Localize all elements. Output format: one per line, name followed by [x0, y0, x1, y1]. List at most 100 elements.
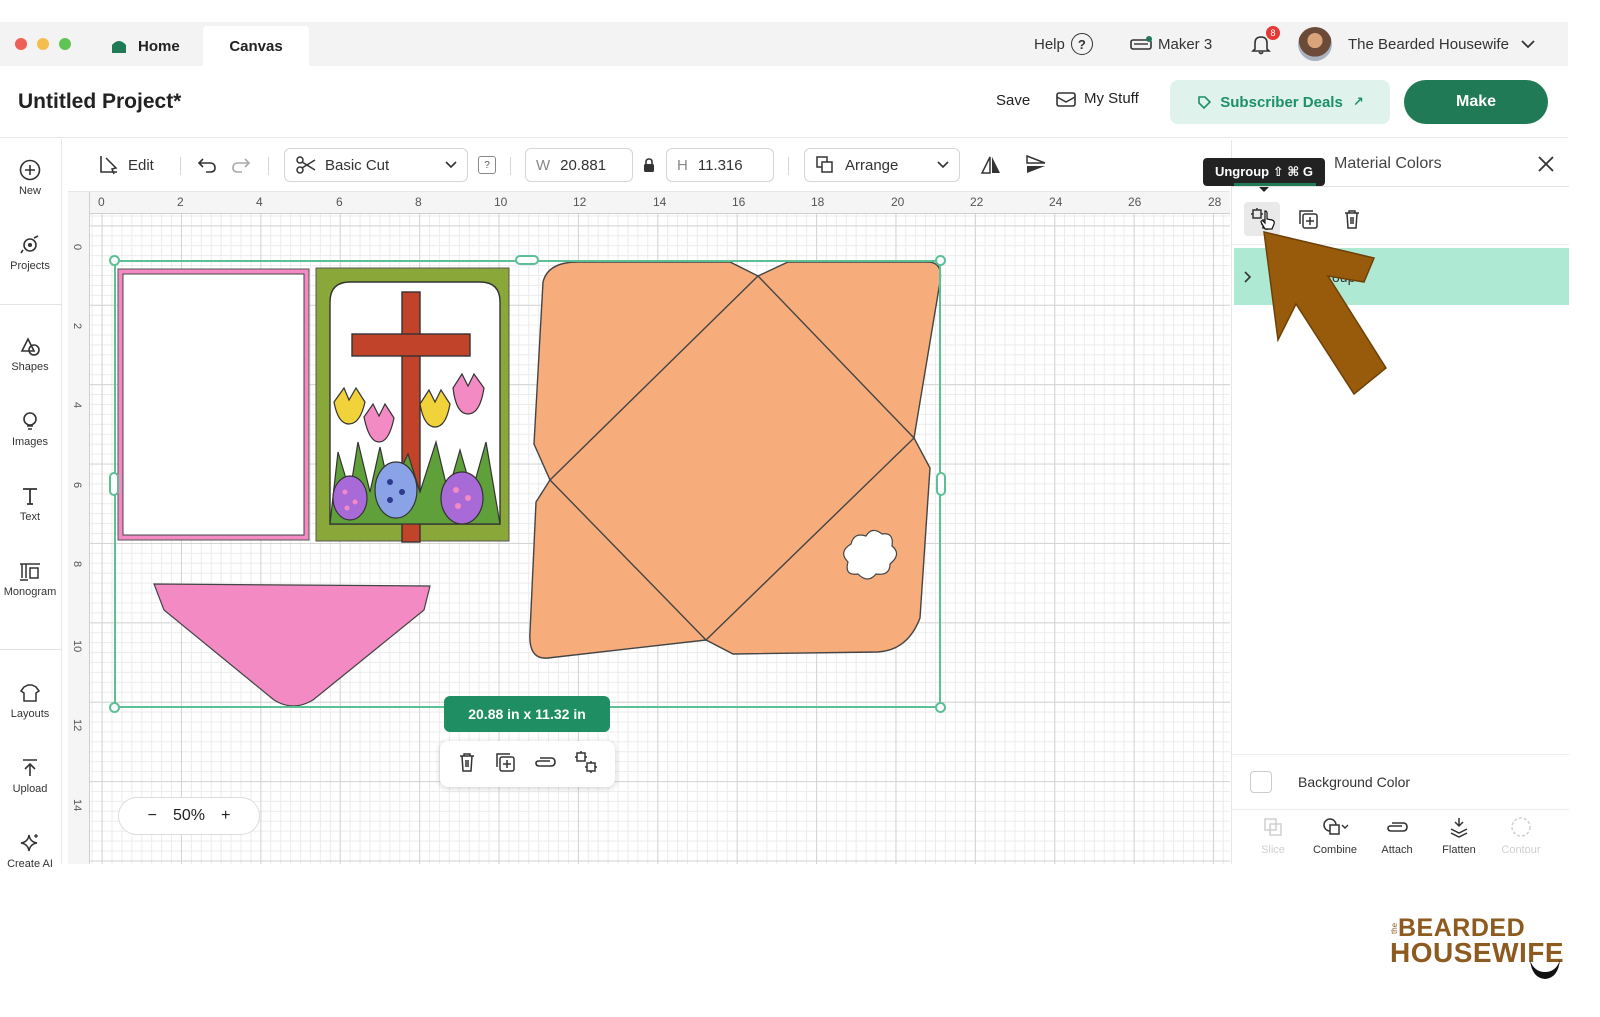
- app-window: Home Canvas Help ? Maker 3 8 The Bearded…: [0, 22, 1569, 870]
- rail-item-projects[interactable]: Projects: [0, 234, 60, 272]
- resize-handle-bottom-right[interactable]: [935, 702, 946, 713]
- attach-button[interactable]: Attach: [1366, 816, 1428, 856]
- projects-icon: [20, 235, 39, 254]
- close-icon: [1538, 156, 1554, 172]
- resize-handle-bottom-left[interactable]: [109, 702, 120, 713]
- close-panel-button[interactable]: [1537, 155, 1555, 178]
- rail-item-upload[interactable]: Upload: [0, 757, 60, 795]
- mini-attach-button[interactable]: [533, 754, 557, 775]
- hand-cursor-icon: [1260, 210, 1275, 230]
- minimize-window-button[interactable]: [37, 38, 49, 50]
- rail-label: Text: [19, 511, 41, 523]
- undo-icon: [197, 158, 216, 173]
- zoom-in-button[interactable]: +: [221, 807, 230, 825]
- user-name: The Bearded Housewife: [1348, 35, 1509, 53]
- mini-duplicate-button[interactable]: [494, 751, 516, 778]
- help-button[interactable]: Help ?: [1034, 22, 1093, 66]
- zoom-out-button[interactable]: −: [148, 807, 157, 825]
- width-field[interactable]: W 20.881: [525, 148, 633, 182]
- attach-label: Attach: [1381, 844, 1413, 856]
- selection-box[interactable]: [114, 260, 941, 708]
- trash-icon: [459, 752, 474, 772]
- notifications-button[interactable]: 8: [1250, 22, 1280, 66]
- mini-delete-button[interactable]: [457, 751, 477, 778]
- resize-handle-top[interactable]: [515, 255, 539, 265]
- tab-canvas[interactable]: Canvas: [203, 26, 309, 66]
- rail-label: Projects: [10, 260, 50, 272]
- edit-pointer-icon: [100, 156, 118, 175]
- operation-help-button[interactable]: ?: [478, 148, 496, 182]
- maximize-window-button[interactable]: [59, 38, 71, 50]
- toolbar-divider: [268, 157, 269, 175]
- rail-item-images[interactable]: Images: [0, 410, 60, 448]
- design-canvas[interactable]: 0 2 4 6 8 10 12 14 16 18 20 22 24 26 28 …: [68, 192, 1230, 864]
- upload-icon: [23, 759, 37, 776]
- rail-label: Layouts: [10, 708, 50, 720]
- subscriber-deals-button[interactable]: Subscriber Deals ↗: [1170, 80, 1390, 124]
- resize-handle-top-left[interactable]: [109, 255, 120, 266]
- contour-button[interactable]: Contour: [1490, 816, 1552, 856]
- shapes-icon: [20, 337, 40, 356]
- rail-divider: [0, 649, 62, 650]
- rail-label: Monogram: [3, 586, 57, 598]
- resize-handle-top-right[interactable]: [935, 255, 946, 266]
- redo-button[interactable]: [230, 148, 252, 182]
- height-label: H: [677, 156, 688, 174]
- contour-label: Contour: [1501, 844, 1541, 856]
- sparkle-icon: [20, 834, 38, 852]
- tab-bar: Home Canvas Help ? Maker 3 8 The Bearded…: [0, 22, 1568, 66]
- flatten-button[interactable]: Flatten: [1428, 816, 1490, 856]
- rail-label: Create AI: [7, 858, 53, 870]
- project-title[interactable]: Untitled Project*: [18, 90, 181, 114]
- arrange-select[interactable]: Arrange: [804, 148, 960, 182]
- tab-home[interactable]: Home: [100, 26, 203, 66]
- slice-button[interactable]: Slice: [1242, 816, 1304, 856]
- combine-button[interactable]: Combine: [1304, 816, 1366, 856]
- chevron-down-icon: [937, 161, 949, 169]
- redo-icon: [232, 158, 251, 173]
- rail-item-shapes[interactable]: Shapes: [0, 335, 60, 373]
- my-stuff-button[interactable]: My Stuff: [1056, 90, 1139, 107]
- make-button[interactable]: Make: [1404, 80, 1548, 124]
- rail-item-create-ai[interactable]: Create AI: [0, 832, 60, 870]
- resize-handle-left[interactable]: [109, 472, 119, 496]
- close-window-button[interactable]: [15, 38, 27, 50]
- rail-item-monogram[interactable]: Monogram: [0, 560, 60, 598]
- user-menu[interactable]: The Bearded Housewife: [1298, 22, 1535, 66]
- tab-canvas-label: Canvas: [229, 37, 283, 55]
- tab-material-colors[interactable]: Material Colors: [1334, 155, 1442, 173]
- external-link-icon: ↗: [1352, 94, 1364, 109]
- machine-icon: [1130, 36, 1152, 50]
- zoom-control: − 50% +: [118, 797, 260, 835]
- home-icon: [112, 41, 126, 53]
- rail-item-layouts[interactable]: Layouts: [0, 682, 60, 720]
- scissors-icon: [296, 156, 316, 174]
- lock-proportions-button[interactable]: [642, 148, 656, 182]
- project-header: Untitled Project* Save My Stuff Subscrib…: [0, 66, 1568, 138]
- tag-icon: [1198, 96, 1212, 110]
- background-color-label: Background Color: [1298, 773, 1411, 790]
- edit-label: Edit: [128, 156, 154, 174]
- rail-divider: [0, 304, 62, 305]
- brand-watermark: the BEARDED HOUSEWIFE: [1388, 912, 1568, 984]
- tutorial-arrow-icon: [1263, 231, 1387, 396]
- rail-item-new[interactable]: New: [0, 159, 60, 197]
- chevron-down-icon: [1521, 40, 1535, 49]
- help-label: Help: [1034, 35, 1065, 53]
- mini-ungroup-button[interactable]: [574, 750, 598, 779]
- background-color-checkbox[interactable]: [1250, 770, 1272, 793]
- operation-select[interactable]: Basic Cut: [284, 148, 468, 182]
- flip-vertical-button[interactable]: [1024, 148, 1048, 182]
- resize-handle-right[interactable]: [936, 472, 946, 496]
- chevron-down-icon: [445, 161, 457, 169]
- slice-label: Slice: [1261, 844, 1285, 856]
- rail-item-text[interactable]: Text: [0, 485, 60, 523]
- save-button[interactable]: Save: [996, 92, 1030, 109]
- edit-button[interactable]: Edit: [98, 148, 154, 182]
- height-field[interactable]: H 11.316: [666, 148, 774, 182]
- undo-button[interactable]: [196, 148, 218, 182]
- flip-horizontal-button[interactable]: [980, 148, 1002, 182]
- operation-value: Basic Cut: [325, 156, 390, 174]
- machine-selector[interactable]: Maker 3: [1130, 22, 1212, 66]
- width-label: W: [536, 156, 551, 174]
